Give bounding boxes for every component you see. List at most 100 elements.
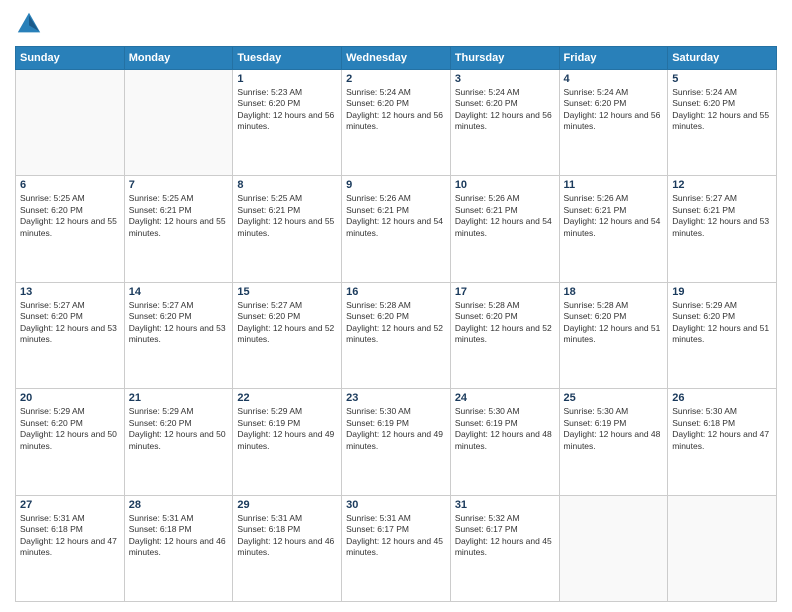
day-number: 5 (672, 73, 772, 85)
header-day-saturday: Saturday (668, 47, 777, 70)
calendar-cell: 17 Sunrise: 5:28 AM Sunset: 6:20 PM Dayli… (450, 282, 559, 388)
calendar-cell: 24 Sunrise: 5:30 AM Sunset: 6:19 PM Dayli… (450, 389, 559, 495)
day-number: 3 (455, 73, 555, 85)
cell-info: Sunrise: 5:28 AM Sunset: 6:20 PM Dayligh… (564, 300, 664, 346)
cell-info: Sunrise: 5:25 AM Sunset: 6:20 PM Dayligh… (20, 193, 120, 239)
cell-info: Sunrise: 5:31 AM Sunset: 6:17 PM Dayligh… (346, 513, 446, 559)
cell-info: Sunrise: 5:30 AM Sunset: 6:18 PM Dayligh… (672, 406, 772, 452)
cell-info: Sunrise: 5:24 AM Sunset: 6:20 PM Dayligh… (346, 87, 446, 133)
day-number: 17 (455, 286, 555, 298)
day-number: 31 (455, 499, 555, 511)
calendar-cell: 22 Sunrise: 5:29 AM Sunset: 6:19 PM Dayli… (233, 389, 342, 495)
header-row: SundayMondayTuesdayWednesdayThursdayFrid… (16, 47, 777, 70)
calendar-cell: 31 Sunrise: 5:32 AM Sunset: 6:17 PM Dayli… (450, 495, 559, 601)
calendar-cell: 26Sunrise: 5:30 AM Sunset: 6:18 PM Dayli… (668, 389, 777, 495)
calendar-cell: 1 Sunrise: 5:23 AM Sunset: 6:20 PM Daylig… (233, 70, 342, 176)
cell-info: Sunrise: 5:26 AM Sunset: 6:21 PM Dayligh… (346, 193, 446, 239)
day-number: 4 (564, 73, 664, 85)
cell-info: Sunrise: 5:30 AM Sunset: 6:19 PM Dayligh… (346, 406, 446, 452)
cell-info: Sunrise: 5:26 AM Sunset: 6:21 PM Dayligh… (564, 193, 664, 239)
calendar-cell: 4 Sunrise: 5:24 AM Sunset: 6:20 PM Daylig… (559, 70, 668, 176)
calendar-cell: 10 Sunrise: 5:26 AM Sunset: 6:21 PM Dayli… (450, 176, 559, 282)
calendar-cell: 8 Sunrise: 5:25 AM Sunset: 6:21 PM Daylig… (233, 176, 342, 282)
cell-info: Sunrise: 5:26 AM Sunset: 6:21 PM Dayligh… (455, 193, 555, 239)
cell-info: Sunrise: 5:29 AM Sunset: 6:19 PM Dayligh… (237, 406, 337, 452)
calendar-cell: 13 Sunrise: 5:27 AM Sunset: 6:20 PM Dayli… (16, 282, 125, 388)
week-row-3: 13 Sunrise: 5:27 AM Sunset: 6:20 PM Dayli… (16, 282, 777, 388)
week-row-5: 27 Sunrise: 5:31 AM Sunset: 6:18 PM Dayli… (16, 495, 777, 601)
day-number: 12 (672, 179, 772, 191)
cell-info: Sunrise: 5:27 AM Sunset: 6:21 PM Dayligh… (672, 193, 772, 239)
day-number: 25 (564, 392, 664, 404)
calendar-cell: 11 Sunrise: 5:26 AM Sunset: 6:21 PM Dayli… (559, 176, 668, 282)
day-number: 8 (237, 179, 337, 191)
day-number: 21 (129, 392, 229, 404)
calendar-cell: 12 Sunrise: 5:27 AM Sunset: 6:21 PM Dayli… (668, 176, 777, 282)
day-number: 20 (20, 392, 120, 404)
cell-info: Sunrise: 5:23 AM Sunset: 6:20 PM Dayligh… (237, 87, 337, 133)
day-number: 16 (346, 286, 446, 298)
calendar-cell: 7Sunrise: 5:25 AM Sunset: 6:21 PM Daylig… (124, 176, 233, 282)
cell-info: Sunrise: 5:24 AM Sunset: 6:20 PM Dayligh… (672, 87, 772, 133)
header-day-wednesday: Wednesday (342, 47, 451, 70)
day-number: 18 (564, 286, 664, 298)
cell-info: Sunrise: 5:25 AM Sunset: 6:21 PM Dayligh… (129, 193, 229, 239)
cell-info: Sunrise: 5:31 AM Sunset: 6:18 PM Dayligh… (129, 513, 229, 559)
header-day-friday: Friday (559, 47, 668, 70)
calendar-cell: 6 Sunrise: 5:25 AM Sunset: 6:20 PM Daylig… (16, 176, 125, 282)
header-day-tuesday: Tuesday (233, 47, 342, 70)
day-number: 11 (564, 179, 664, 191)
calendar-cell: 25Sunrise: 5:30 AM Sunset: 6:19 PM Dayli… (559, 389, 668, 495)
cell-info: Sunrise: 5:32 AM Sunset: 6:17 PM Dayligh… (455, 513, 555, 559)
week-row-4: 20 Sunrise: 5:29 AM Sunset: 6:20 PM Dayli… (16, 389, 777, 495)
day-number: 23 (346, 392, 446, 404)
calendar-cell: 14Sunrise: 5:27 AM Sunset: 6:20 PM Dayli… (124, 282, 233, 388)
day-number: 24 (455, 392, 555, 404)
calendar-cell: 5 Sunrise: 5:24 AM Sunset: 6:20 PM Daylig… (668, 70, 777, 176)
cell-info: Sunrise: 5:30 AM Sunset: 6:19 PM Dayligh… (455, 406, 555, 452)
page: SundayMondayTuesdayWednesdayThursdayFrid… (0, 0, 792, 612)
day-number: 10 (455, 179, 555, 191)
calendar-cell: 16 Sunrise: 5:28 AM Sunset: 6:20 PM Dayli… (342, 282, 451, 388)
header-day-thursday: Thursday (450, 47, 559, 70)
header-day-sunday: Sunday (16, 47, 125, 70)
cell-info: Sunrise: 5:28 AM Sunset: 6:20 PM Dayligh… (455, 300, 555, 346)
day-number: 29 (237, 499, 337, 511)
cell-info: Sunrise: 5:29 AM Sunset: 6:20 PM Dayligh… (129, 406, 229, 452)
calendar-cell: 3 Sunrise: 5:24 AM Sunset: 6:20 PM Daylig… (450, 70, 559, 176)
day-number: 14 (129, 286, 229, 298)
calendar-cell (124, 70, 233, 176)
header-day-monday: Monday (124, 47, 233, 70)
logo-icon (15, 10, 43, 38)
day-number: 27 (20, 499, 120, 511)
cell-info: Sunrise: 5:27 AM Sunset: 6:20 PM Dayligh… (237, 300, 337, 346)
calendar-cell: 19 Sunrise: 5:29 AM Sunset: 6:20 PM Dayli… (668, 282, 777, 388)
calendar-cell (559, 495, 668, 601)
calendar-table: SundayMondayTuesdayWednesdayThursdayFrid… (15, 46, 777, 602)
cell-info: Sunrise: 5:27 AM Sunset: 6:20 PM Dayligh… (20, 300, 120, 346)
day-number: 13 (20, 286, 120, 298)
day-number: 6 (20, 179, 120, 191)
day-number: 22 (237, 392, 337, 404)
cell-info: Sunrise: 5:28 AM Sunset: 6:20 PM Dayligh… (346, 300, 446, 346)
week-row-1: 1 Sunrise: 5:23 AM Sunset: 6:20 PM Daylig… (16, 70, 777, 176)
calendar-cell: 30Sunrise: 5:31 AM Sunset: 6:17 PM Dayli… (342, 495, 451, 601)
cell-info: Sunrise: 5:25 AM Sunset: 6:21 PM Dayligh… (237, 193, 337, 239)
calendar-cell: 29 Sunrise: 5:31 AM Sunset: 6:18 PM Dayli… (233, 495, 342, 601)
calendar-cell: 2 Sunrise: 5:24 AM Sunset: 6:20 PM Daylig… (342, 70, 451, 176)
cell-info: Sunrise: 5:31 AM Sunset: 6:18 PM Dayligh… (237, 513, 337, 559)
calendar-cell: 9Sunrise: 5:26 AM Sunset: 6:21 PM Daylig… (342, 176, 451, 282)
day-number: 19 (672, 286, 772, 298)
cell-info: Sunrise: 5:31 AM Sunset: 6:18 PM Dayligh… (20, 513, 120, 559)
calendar-cell: 27 Sunrise: 5:31 AM Sunset: 6:18 PM Dayli… (16, 495, 125, 601)
cell-info: Sunrise: 5:24 AM Sunset: 6:20 PM Dayligh… (455, 87, 555, 133)
cell-info: Sunrise: 5:29 AM Sunset: 6:20 PM Dayligh… (672, 300, 772, 346)
day-number: 2 (346, 73, 446, 85)
day-number: 15 (237, 286, 337, 298)
calendar-cell (668, 495, 777, 601)
week-row-2: 6 Sunrise: 5:25 AM Sunset: 6:20 PM Daylig… (16, 176, 777, 282)
day-number: 1 (237, 73, 337, 85)
calendar-cell: 28Sunrise: 5:31 AM Sunset: 6:18 PM Dayli… (124, 495, 233, 601)
header (15, 10, 777, 38)
cell-info: Sunrise: 5:24 AM Sunset: 6:20 PM Dayligh… (564, 87, 664, 133)
